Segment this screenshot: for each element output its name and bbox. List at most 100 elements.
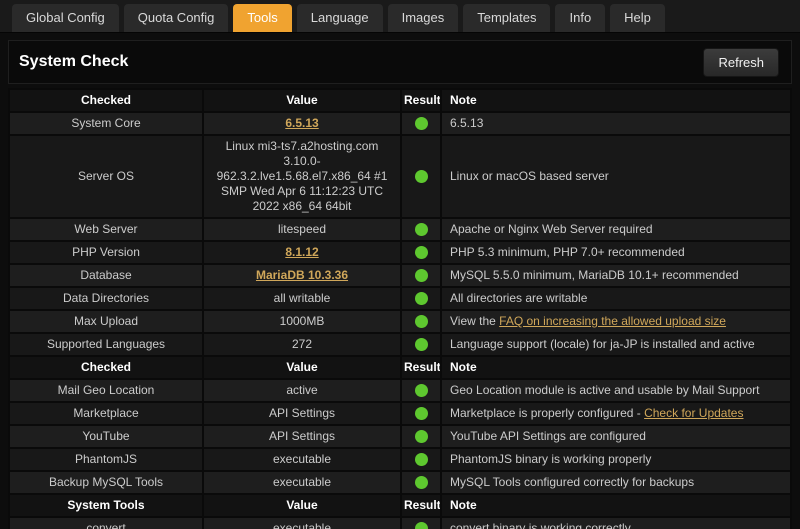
note-cell: Language support (locale) for ja-JP is i… <box>441 333 791 356</box>
column-header-value: Value <box>203 356 401 379</box>
tab-global-config[interactable]: Global Config <box>12 4 119 32</box>
table-row: Server OSLinux mi3-ts7.a2hosting.com 3.1… <box>9 135 791 218</box>
note-cell: MySQL Tools configured correctly for bac… <box>441 471 791 494</box>
value-cell: 8.1.12 <box>203 241 401 264</box>
checked-cell: PHP Version <box>9 241 203 264</box>
status-ok-icon <box>415 170 428 183</box>
checked-cell: PhantomJS <box>9 448 203 471</box>
result-cell <box>401 379 441 402</box>
checked-cell: Web Server <box>9 218 203 241</box>
status-ok-icon <box>415 223 428 236</box>
value-link-6-5-13[interactable]: 6.5.13 <box>285 116 318 130</box>
checked-cell: Supported Languages <box>9 333 203 356</box>
note-cell: Linux or macOS based server <box>441 135 791 218</box>
section-header-row: System ToolsValueResultNote <box>9 494 791 517</box>
checked-cell: Data Directories <box>9 287 203 310</box>
tab-tools[interactable]: Tools <box>233 4 291 32</box>
result-cell <box>401 448 441 471</box>
result-cell <box>401 471 441 494</box>
value-cell: executable <box>203 517 401 529</box>
note-cell: View the FAQ on increasing the allowed u… <box>441 310 791 333</box>
value-cell: Linux mi3-ts7.a2hosting.com 3.10.0-962.3… <box>203 135 401 218</box>
tab-info[interactable]: Info <box>555 4 605 32</box>
value-cell: 6.5.13 <box>203 112 401 135</box>
result-cell <box>401 112 441 135</box>
status-ok-icon <box>415 246 428 259</box>
tab-quota-config[interactable]: Quota Config <box>124 4 229 32</box>
note-link-faq-on-increasing-the-allowed-upload-size[interactable]: FAQ on increasing the allowed upload siz… <box>499 314 726 328</box>
result-cell <box>401 241 441 264</box>
column-header-system-tools: System Tools <box>9 494 203 517</box>
table-row: Web ServerlitespeedApache or Nginx Web S… <box>9 218 791 241</box>
note-cell: 6.5.13 <box>441 112 791 135</box>
result-cell <box>401 402 441 425</box>
result-cell <box>401 135 441 218</box>
note-link-check-for-updates[interactable]: Check for Updates <box>644 406 743 420</box>
table-row: MarketplaceAPI SettingsMarketplace is pr… <box>9 402 791 425</box>
status-ok-icon <box>415 522 428 529</box>
value-cell: active <box>203 379 401 402</box>
section-header-row: CheckedValueResultNote <box>9 356 791 379</box>
system-check-table: CheckedValueResultNoteSystem Core6.5.136… <box>8 88 792 529</box>
tab-help[interactable]: Help <box>610 4 665 32</box>
result-cell <box>401 287 441 310</box>
checked-cell: Backup MySQL Tools <box>9 471 203 494</box>
tab-bar: Global ConfigQuota ConfigToolsLanguageIm… <box>0 0 800 33</box>
checked-cell: System Core <box>9 112 203 135</box>
tab-templates[interactable]: Templates <box>463 4 550 32</box>
status-ok-icon <box>415 269 428 282</box>
status-ok-icon <box>415 476 428 489</box>
table-row: Backup MySQL Toolsexecutable MySQL Tools … <box>9 471 791 494</box>
result-cell <box>401 218 441 241</box>
value-link-mariadb-10-3-36[interactable]: MariaDB 10.3.36 <box>256 268 348 282</box>
note-cell: YouTube API Settings are configured <box>441 425 791 448</box>
status-ok-icon <box>415 117 428 130</box>
column-header-note: Note <box>441 356 791 379</box>
column-header-result: Result <box>401 89 441 112</box>
value-cell: executable <box>203 471 401 494</box>
page-title: System Check <box>19 53 128 71</box>
checked-cell: Server OS <box>9 135 203 218</box>
note-cell: All directories are writable <box>441 287 791 310</box>
result-cell <box>401 264 441 287</box>
checked-cell: YouTube <box>9 425 203 448</box>
column-header-value: Value <box>203 89 401 112</box>
checked-cell: Database <box>9 264 203 287</box>
checked-cell: Mail Geo Location <box>9 379 203 402</box>
tab-images[interactable]: Images <box>388 4 459 32</box>
column-header-value: Value <box>203 494 401 517</box>
table-row: Data Directoriesall writable All director… <box>9 287 791 310</box>
status-ok-icon <box>415 315 428 328</box>
note-cell: Marketplace is properly configured - Che… <box>441 402 791 425</box>
note-cell: Apache or Nginx Web Server required <box>441 218 791 241</box>
table-row: Database MariaDB 10.3.36 MySQL 5.5.0 minim… <box>9 264 791 287</box>
status-ok-icon <box>415 430 428 443</box>
status-ok-icon <box>415 407 428 420</box>
status-ok-icon <box>415 453 428 466</box>
table-row: System Core 6.5.13 6.5.13 <box>9 112 791 135</box>
status-ok-icon <box>415 292 428 305</box>
value-cell: 1000MB <box>203 310 401 333</box>
value-cell: all writable <box>203 287 401 310</box>
result-cell <box>401 425 441 448</box>
note-cell: Geo Location module is active and usable… <box>441 379 791 402</box>
section-header-row: CheckedValueResultNote <box>9 89 791 112</box>
note-cell: PHP 5.3 minimum, PHP 7.0+ recommended <box>441 241 791 264</box>
status-ok-icon <box>415 384 428 397</box>
value-cell: API Settings <box>203 402 401 425</box>
note-cell: MySQL 5.5.0 minimum, MariaDB 10.1+ recom… <box>441 264 791 287</box>
note-cell: convert binary is working correctly <box>441 517 791 529</box>
refresh-button[interactable]: Refresh <box>703 48 779 77</box>
tab-language[interactable]: Language <box>297 4 383 32</box>
column-header-note: Note <box>441 494 791 517</box>
table-row: PHP Version 8.1.12 PHP 5.3 minimum, PHP 7.… <box>9 241 791 264</box>
value-cell: 272 <box>203 333 401 356</box>
column-header-result: Result <box>401 356 441 379</box>
result-cell <box>401 333 441 356</box>
result-cell <box>401 310 441 333</box>
column-header-note: Note <box>441 89 791 112</box>
checked-cell: convert <box>9 517 203 529</box>
column-header-checked: Checked <box>9 89 203 112</box>
value-cell: MariaDB 10.3.36 <box>203 264 401 287</box>
value-link-8-1-12[interactable]: 8.1.12 <box>285 245 318 259</box>
